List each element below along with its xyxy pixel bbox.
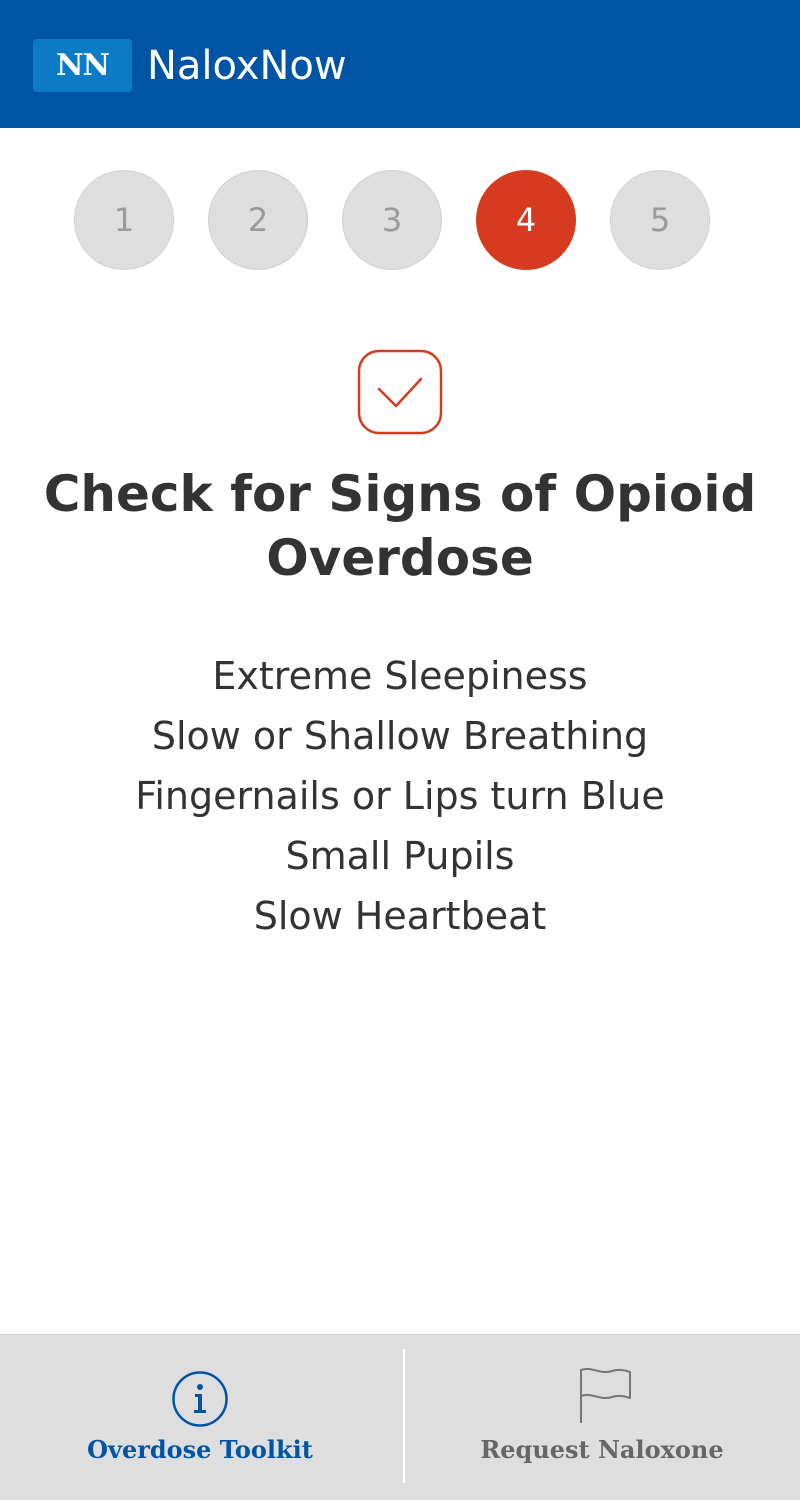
page-title: Check for Signs of Opioid Overdose (43, 465, 757, 587)
step-3[interactable]: 3 (342, 170, 442, 270)
sign-item: Slow Heartbeat (253, 894, 547, 938)
info-icon (172, 1371, 228, 1427)
tab-label: Request Naloxone (480, 1435, 724, 1464)
app-header: NN NaloxNow (0, 0, 800, 128)
bottom-tab-bar: Overdose Toolkit Request Naloxone (0, 1334, 800, 1500)
sign-item: Small Pupils (285, 834, 515, 878)
step-5[interactable]: 5 (610, 170, 710, 270)
sign-item: Extreme Sleepiness (212, 654, 588, 698)
app-title: NaloxNow (147, 43, 347, 89)
flag-icon (580, 1368, 631, 1423)
app-logo[interactable]: NN (33, 39, 132, 92)
tab-request-naloxone[interactable]: Request Naloxone (404, 1335, 800, 1500)
step-2[interactable]: 2 (208, 170, 308, 270)
tab-label: Overdose Toolkit (87, 1435, 313, 1464)
step-indicator: 1 2 3 4 5 (74, 170, 714, 270)
check-icon (357, 349, 443, 435)
sign-item: Slow or Shallow Breathing (151, 714, 649, 758)
step-4[interactable]: 4 (476, 170, 576, 270)
signs-list: Extreme Sleepiness Slow or Shallow Breat… (40, 646, 760, 946)
sign-item: Fingernails or Lips turn Blue (135, 774, 665, 818)
tab-overdose-toolkit[interactable]: Overdose Toolkit (0, 1335, 400, 1500)
step-1[interactable]: 1 (74, 170, 174, 270)
